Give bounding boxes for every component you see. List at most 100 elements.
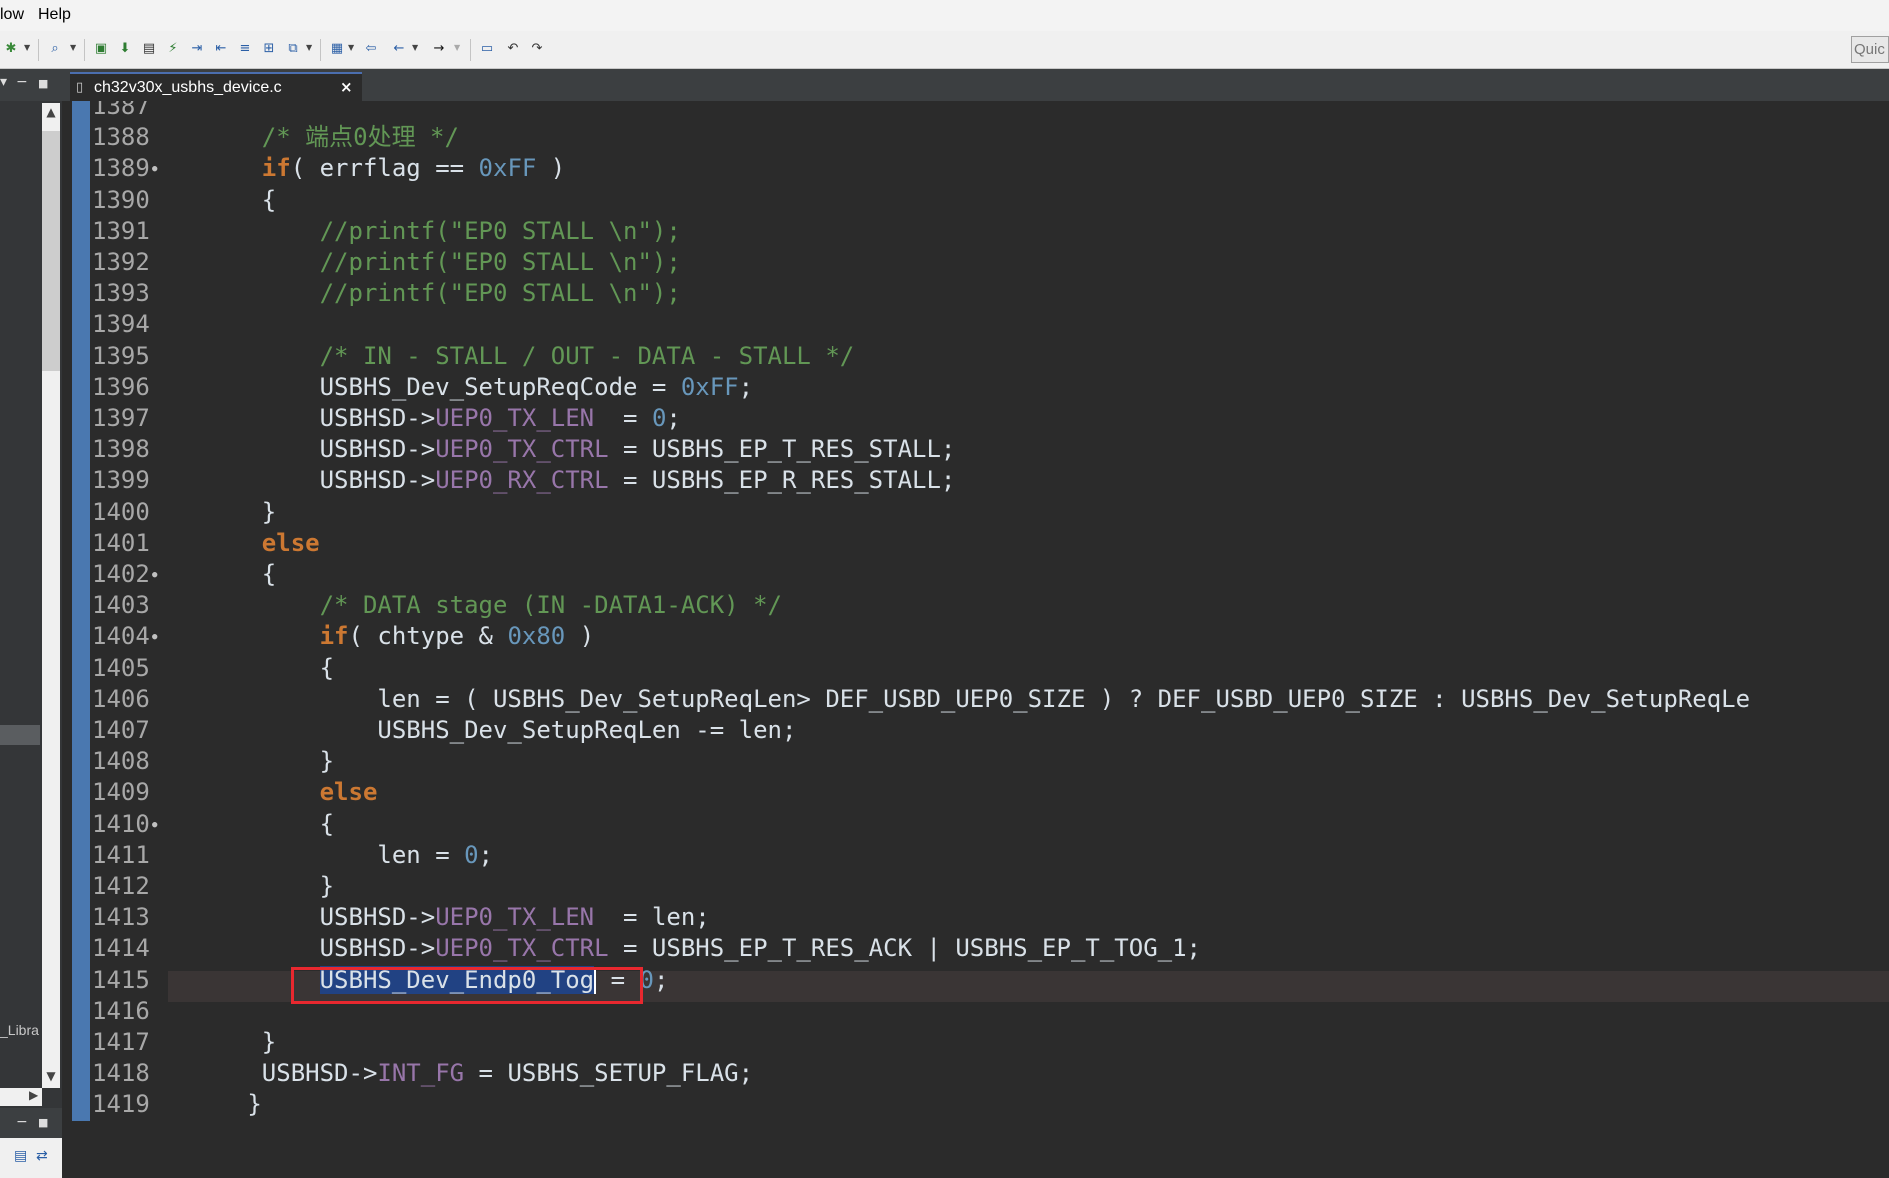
c-file-icon: ▯ [76,80,84,95]
code-text: } [204,497,277,526]
code-line[interactable]: 1418 USBHSD->INT_FG = USBHS_SETUP_FLAG; [62,1058,1889,1089]
new-file-icon[interactable]: ▦ [328,40,346,58]
prev-edit-icon[interactable]: ⇦ [362,40,380,58]
code-line[interactable]: 1392 //printf("EP0 STALL \n"); [62,247,1889,278]
compare-icon[interactable]: ⧉ [284,40,302,58]
code-line[interactable]: 1406 len = ( USBHS_Dev_SetupReqLen> DEF_… [62,684,1889,715]
code-line[interactable]: 1414 USBHSD->UEP0_TX_CTRL = USBHS_EP_T_R… [62,933,1889,964]
fold-marker-icon[interactable]: ● [152,810,157,841]
selected-tree-row[interactable] [0,725,40,745]
outline-panel-header: − ■ [0,1108,62,1138]
line-number: 1393 [92,279,150,308]
code-line[interactable]: 1417 } [62,1027,1889,1058]
code-text: { [204,809,335,838]
code-text: USBHS_Dev_SetupReqLen -= len; [204,716,797,744]
maximize-icon[interactable]: ■ [38,77,48,90]
code-line[interactable]: 1403 /* DATA stage (IN -DATA1-ACK) */ [62,590,1889,621]
scrollbar-thumb[interactable] [42,131,60,371]
code-line[interactable]: 1396 USBHS_Dev_SetupReqCode = 0xFF; [62,372,1889,403]
minimize-icon[interactable]: − [16,74,28,90]
debug-icon[interactable]: ✱ [2,40,20,58]
code-line[interactable]: 1394 [62,309,1889,340]
code-line[interactable]: 1393 //printf("EP0 STALL \n"); [62,278,1889,309]
tab-ch32v30x-usbhs-device[interactable]: ▯ ch32v30x_usbhs_device.c × [70,72,362,101]
line-number: 1407 [92,716,150,744]
code-text: len = 0; [204,840,493,869]
code-line[interactable]: 1389 ● if( errflag == 0xFF ) [62,153,1889,184]
line-number: 1411 [92,840,150,869]
line-number: 1417 [92,1028,150,1056]
scroll-right-icon[interactable]: ▶ [29,1088,42,1102]
code-line[interactable]: 1409 else [62,777,1889,808]
code-line[interactable]: 1419 } [62,1089,1889,1120]
forward-icon[interactable]: → [430,40,448,58]
code-line[interactable]: 1407 USBHS_Dev_SetupReqLen -= len; [62,715,1889,746]
quick-access-input[interactable]: Quic [1851,36,1889,63]
close-icon[interactable]: × [340,78,353,96]
code-text: USBHSD->UEP0_TX_LEN = len; [204,903,710,932]
vertical-scrollbar[interactable]: ▲ ▼ [42,103,60,1088]
code-line[interactable]: 1397 USBHSD->UEP0_TX_LEN = 0; [62,403,1889,434]
collapse-all-icon[interactable]: ▤ [14,1148,27,1164]
code-line[interactable]: 1388 /* 端点0处理 */ [62,122,1889,153]
link-editor-icon[interactable]: ⇄ [36,1148,48,1164]
back-dropdown-icon[interactable]: ▼ [412,43,418,52]
back-icon[interactable]: ← [390,40,408,58]
view-menu-icon[interactable]: ▾ [0,74,7,90]
code-line[interactable]: 1404 ● if( chtype & 0x80 ) [62,621,1889,652]
maximize-icon[interactable]: ■ [38,1116,48,1129]
code-line[interactable]: 1387 [62,101,1889,122]
compare-dropdown-icon[interactable]: ▼ [306,43,312,52]
build-icon[interactable]: ▣ [92,40,110,58]
undo-icon[interactable]: ↶ [504,40,522,58]
line-number: 1406 [92,684,150,713]
code-line[interactable]: 1399 USBHSD->UEP0_RX_CTRL = USBHS_EP_R_R… [62,465,1889,496]
code-text: USBHSD->UEP0_TX_LEN = 0; [204,404,681,432]
horizontal-scrollbar[interactable]: ▶ [0,1088,42,1106]
code-line[interactable]: 1390 { [62,185,1889,216]
flash-icon[interactable]: ⚡ [164,40,182,58]
line-number: 1390 [92,185,150,214]
menu-window[interactable]: low [0,6,24,24]
search-icon[interactable]: ⌕ [46,40,64,58]
terminal-icon[interactable]: ▤ [140,40,158,58]
indent-icon[interactable]: ⇥ [188,40,206,58]
new-file-dropdown-icon[interactable]: ▼ [348,43,354,52]
search-dropdown-icon[interactable]: ▼ [70,43,76,52]
code-line[interactable]: 1401 else [62,528,1889,559]
code-text: if( chtype & 0x80 ) [319,622,595,651]
perspective-icon[interactable]: ▭ [478,40,496,58]
code-line[interactable]: 1395 /* IN - STALL / OUT - DATA - STALL … [62,341,1889,372]
code-line[interactable]: 1412 } [62,871,1889,902]
code-line[interactable]: 1400 } [62,497,1889,528]
code-text: } [204,1090,262,1119]
download-icon[interactable]: ⬇ [116,40,134,58]
line-number: 1394 [92,310,150,339]
redo-icon[interactable]: ↷ [528,40,546,58]
line-number: 1403 [92,591,150,620]
code-line[interactable]: 1410 ● { [62,809,1889,840]
forward-dropdown-icon[interactable]: ▼ [454,43,460,52]
menu-help[interactable]: Help [38,6,71,24]
code-line[interactable]: 1413 USBHSD->UEP0_TX_LEN = len; [62,902,1889,933]
fold-marker-icon[interactable]: ● [152,154,157,185]
outdent-icon[interactable]: ⇤ [212,40,230,58]
code-line[interactable]: 1391 //printf("EP0 STALL \n"); [62,216,1889,247]
minimize-icon[interactable]: − [16,1114,28,1130]
refactor-icon[interactable]: ⊞ [260,40,278,58]
code-text: USBHSD->UEP0_RX_CTRL = USBHS_EP_R_RES_ST… [204,466,956,495]
tree-item-library[interactable]: _Libra [0,1022,39,1038]
debug-dropdown-icon[interactable]: ▼ [24,43,30,52]
format-icon[interactable]: ≡ [236,40,254,58]
fold-marker-icon[interactable]: ● [152,622,157,653]
code-line[interactable]: 1405 { [62,653,1889,684]
fold-marker-icon[interactable]: ● [152,560,157,591]
code-line[interactable]: 1402 ● { [62,559,1889,590]
scroll-down-icon[interactable]: ▼ [42,1069,60,1083]
code-line[interactable]: 1398 USBHSD->UEP0_TX_CTRL = USBHS_EP_T_R… [62,434,1889,465]
code-editor[interactable]: 1387 1388 /* 端点0处理 */1389 ● if( errflag ==… [62,101,1889,1121]
code-line[interactable]: 1411 len = 0; [62,840,1889,871]
scroll-up-icon[interactable]: ▲ [42,105,60,119]
line-number: 1396 [92,372,150,401]
code-line[interactable]: 1408 } [62,746,1889,777]
